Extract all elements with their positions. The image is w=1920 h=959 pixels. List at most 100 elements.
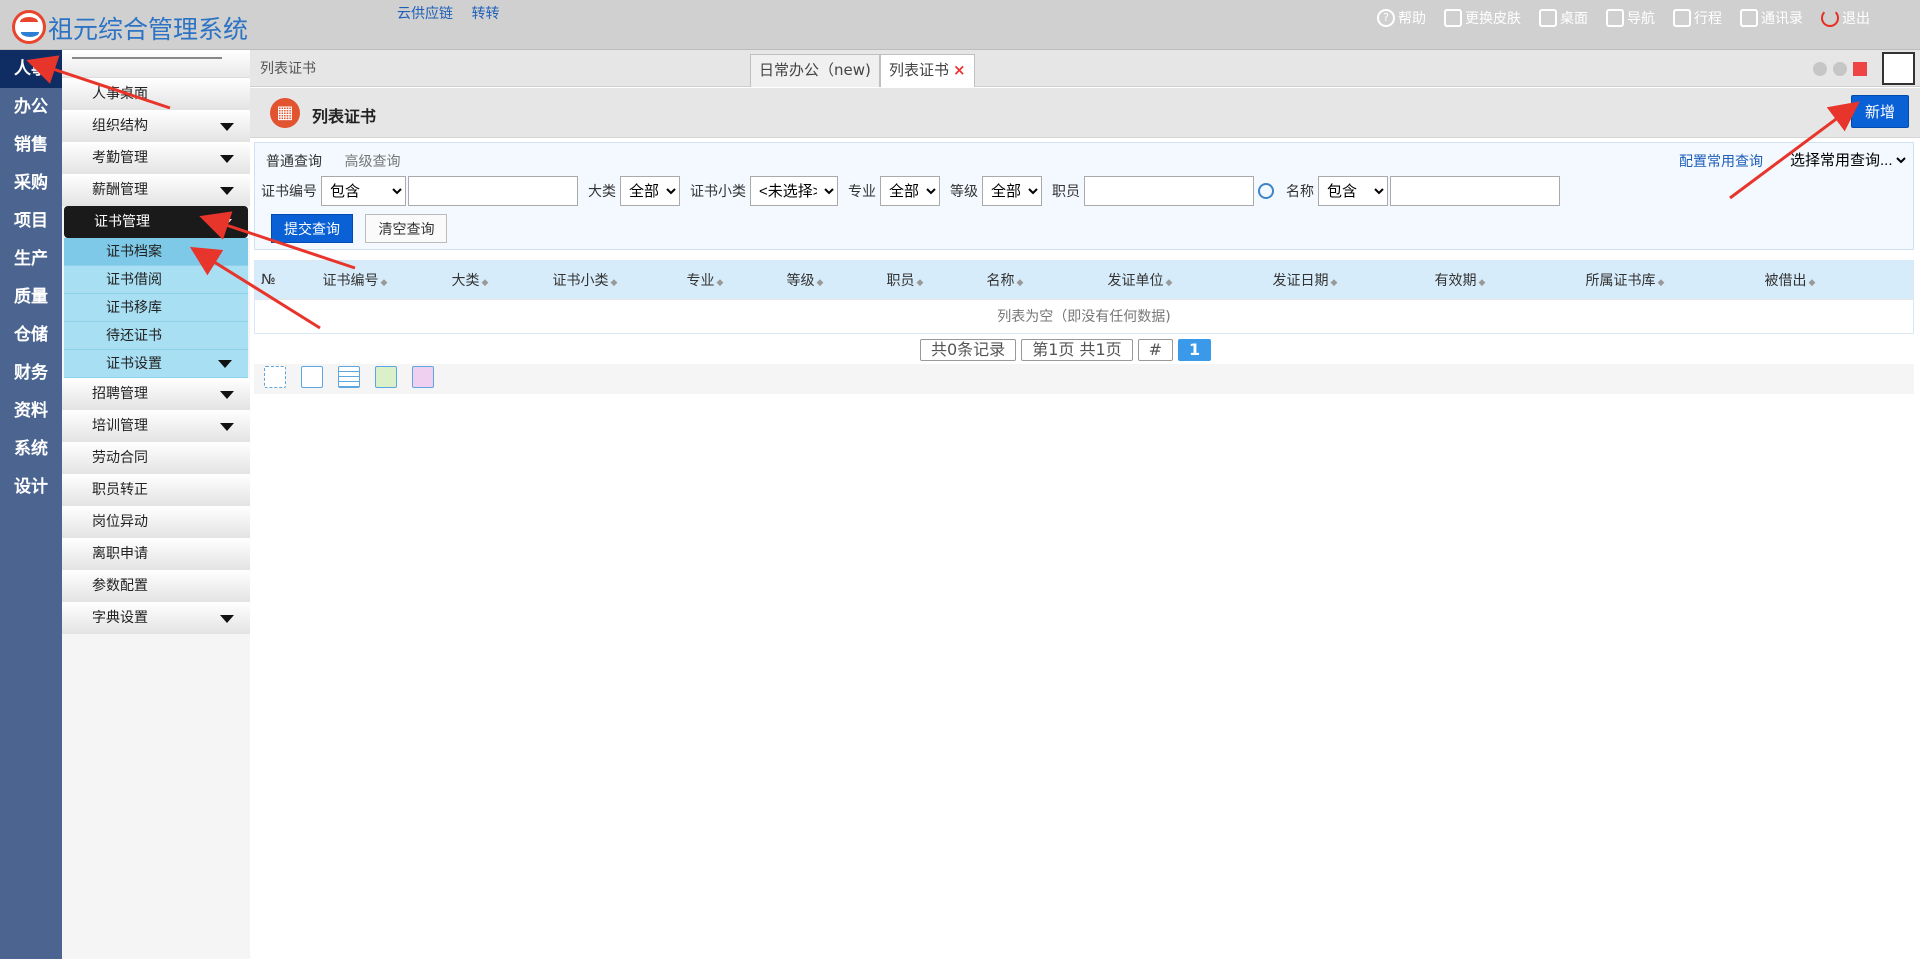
name-input[interactable] <box>1390 176 1560 206</box>
config-query-link[interactable]: 配置常用查询 <box>1679 151 1763 171</box>
sub-category-select[interactable]: <未选择> <box>750 176 838 206</box>
collapse-sidebar-button[interactable] <box>62 50 250 78</box>
table-header: № 证书编号 ◆ 大类 ◆ 证书小类 ◆ 专业 ◆ 等级 ◆ 职员 ◆ 名称 ◆ 发证单位 ◆ … <box>255 261 1913 299</box>
col-major[interactable]: 专业 ◆ <box>655 270 755 290</box>
label-cert-no: 证书编号 <box>261 184 317 200</box>
staff-input[interactable] <box>1084 176 1254 206</box>
cert-no-input[interactable] <box>408 176 578 206</box>
sidebar-item-salary[interactable]: 薪酬管理 <box>62 174 250 206</box>
pagination: 共0条记录 第1页 共1页 # 1 <box>920 339 1212 361</box>
tab-daily-office[interactable]: 日常办公（new) <box>750 54 880 87</box>
col-cert-library[interactable]: 所属证书库 ◆ <box>1535 270 1715 290</box>
table-icon[interactable] <box>338 366 360 388</box>
pager-page-info: 第1页 共1页 <box>1021 339 1133 361</box>
nav-production[interactable]: 生产 <box>0 240 62 278</box>
pager-total: 共0条记录 <box>920 339 1017 361</box>
sidebar-item-training[interactable]: 培训管理 <box>62 410 250 442</box>
sidebar-subitem-cert-move[interactable]: 证书移库 <box>64 294 248 322</box>
sidebar-item-org[interactable]: 组织结构 <box>62 110 250 142</box>
sidebar-subitem-cert-archive[interactable]: 证书档案 <box>64 238 248 266</box>
tool-desktop[interactable]: 桌面 <box>1539 8 1588 28</box>
nav-system[interactable]: 系统 <box>0 430 62 468</box>
sidebar-item-resign[interactable]: 离职申请 <box>62 538 250 570</box>
link-supply-chain[interactable]: 云供应链 <box>397 6 453 22</box>
nav-sales[interactable]: 销售 <box>0 126 62 164</box>
sidebar-item-recruit[interactable]: 招聘管理 <box>62 378 250 410</box>
submit-query-button[interactable]: 提交查询 <box>271 214 353 243</box>
tab-advanced-search[interactable]: 高级查询 <box>344 154 400 170</box>
category-select[interactable]: 全部 <box>620 176 680 206</box>
sidebar-subitem-cert-settings[interactable]: 证书设置 <box>64 350 248 378</box>
scroll-right-icon[interactable] <box>1833 62 1847 76</box>
nav-warehouse[interactable]: 仓储 <box>0 316 62 354</box>
top-links: 云供应链 转转 <box>397 3 513 23</box>
major-select[interactable]: 全部 <box>880 176 940 206</box>
sidebar-item-hr-desktop[interactable]: 人事桌面 <box>62 78 250 110</box>
name-operator[interactable]: 包含 <box>1318 176 1388 206</box>
sort-icon: ◆ <box>716 278 724 288</box>
col-level[interactable]: 等级 ◆ <box>755 270 855 290</box>
scroll-left-icon[interactable] <box>1813 62 1827 76</box>
sidebar-item-params[interactable]: 参数配置 <box>62 570 250 602</box>
expand-icon[interactable] <box>1882 52 1915 85</box>
common-query-select[interactable]: 选择常用查询... <box>1786 148 1909 172</box>
page-title: 列表证书 <box>312 107 377 126</box>
select-icon[interactable] <box>264 366 286 388</box>
sidebar-subitem-cert-borrow[interactable]: 证书借阅 <box>64 266 248 294</box>
table-icon: ▦ <box>270 98 300 128</box>
sidebar-item-certificate[interactable]: 证书管理 <box>64 206 248 238</box>
sidebar-item-attendance[interactable]: 考勤管理 <box>62 142 250 174</box>
col-sub-category[interactable]: 证书小类 ◆ <box>515 270 655 290</box>
tool-help[interactable]: ? 帮助 <box>1377 8 1426 28</box>
nav-office[interactable]: 办公 <box>0 88 62 126</box>
nav-finance[interactable]: 财务 <box>0 354 62 392</box>
level-select[interactable]: 全部 <box>982 176 1042 206</box>
search-icon[interactable] <box>1258 183 1274 199</box>
tab-cert-list[interactable]: 列表证书 × <box>880 54 975 87</box>
document-icon[interactable] <box>301 366 323 388</box>
nav-design[interactable]: 设计 <box>0 468 62 506</box>
tool-schedule[interactable]: 行程 <box>1673 8 1722 28</box>
tool-nav[interactable]: 导航 <box>1606 8 1655 28</box>
chevron-down-icon <box>220 155 234 163</box>
col-staff[interactable]: 职员 ◆ <box>855 270 955 290</box>
puzzle-icon[interactable] <box>412 366 434 388</box>
pager-page-1[interactable]: 1 <box>1178 339 1212 361</box>
link-zhuanzhuan[interactable]: 转转 <box>471 6 499 22</box>
nav-quality[interactable]: 质量 <box>0 278 62 316</box>
sidebar-item-contract[interactable]: 劳动合同 <box>62 442 250 474</box>
nav-hr[interactable]: 人事 <box>0 50 62 88</box>
label-name: 名称 <box>1286 184 1314 200</box>
pager-jump[interactable]: # <box>1137 339 1174 361</box>
tool-contacts[interactable]: 通讯录 <box>1740 8 1803 28</box>
clear-query-button[interactable]: 清空查询 <box>365 214 448 243</box>
nav-purchase[interactable]: 采购 <box>0 164 62 202</box>
tool-skin[interactable]: 更换皮肤 <box>1444 8 1521 28</box>
col-lent-out[interactable]: 被借出 ◆ <box>1715 270 1865 290</box>
nav-project[interactable]: 项目 <box>0 202 62 240</box>
tool-logout[interactable]: 退出 <box>1821 8 1870 28</box>
col-category[interactable]: 大类 ◆ <box>425 270 515 290</box>
sidebar-item-dict[interactable]: 字典设置 <box>62 602 250 634</box>
sidebar-subitem-cert-return[interactable]: 待还证书 <box>64 322 248 350</box>
col-issue-date[interactable]: 发证日期 ◆ <box>1225 270 1385 290</box>
tab-bar: 列表证书 日常办公（new) 列表证书 × <box>250 50 1920 87</box>
edit-icon[interactable] <box>375 366 397 388</box>
chevron-down-icon <box>218 360 232 368</box>
new-button[interactable]: 新增 <box>1851 95 1909 128</box>
sort-icon: ◆ <box>380 278 388 288</box>
col-name[interactable]: 名称 ◆ <box>955 270 1055 290</box>
nav-data[interactable]: 资料 <box>0 392 62 430</box>
col-cert-no[interactable]: 证书编号 ◆ <box>285 270 425 290</box>
sidebar-item-transfer[interactable]: 岗位异动 <box>62 506 250 538</box>
cert-no-operator[interactable]: 包含 <box>321 176 406 206</box>
col-validity[interactable]: 有效期 ◆ <box>1385 270 1535 290</box>
sort-icon: ◆ <box>816 278 824 288</box>
label-level: 等级 <box>950 184 978 200</box>
col-issuer[interactable]: 发证单位 ◆ <box>1055 270 1225 290</box>
tab-basic-search[interactable]: 普通查询 <box>266 154 322 170</box>
sidebar-item-regularize[interactable]: 职员转正 <box>62 474 250 506</box>
label-sub-category: 证书小类 <box>690 184 746 200</box>
tab-menu-icon[interactable] <box>1853 62 1867 76</box>
close-icon[interactable]: × <box>953 61 966 79</box>
